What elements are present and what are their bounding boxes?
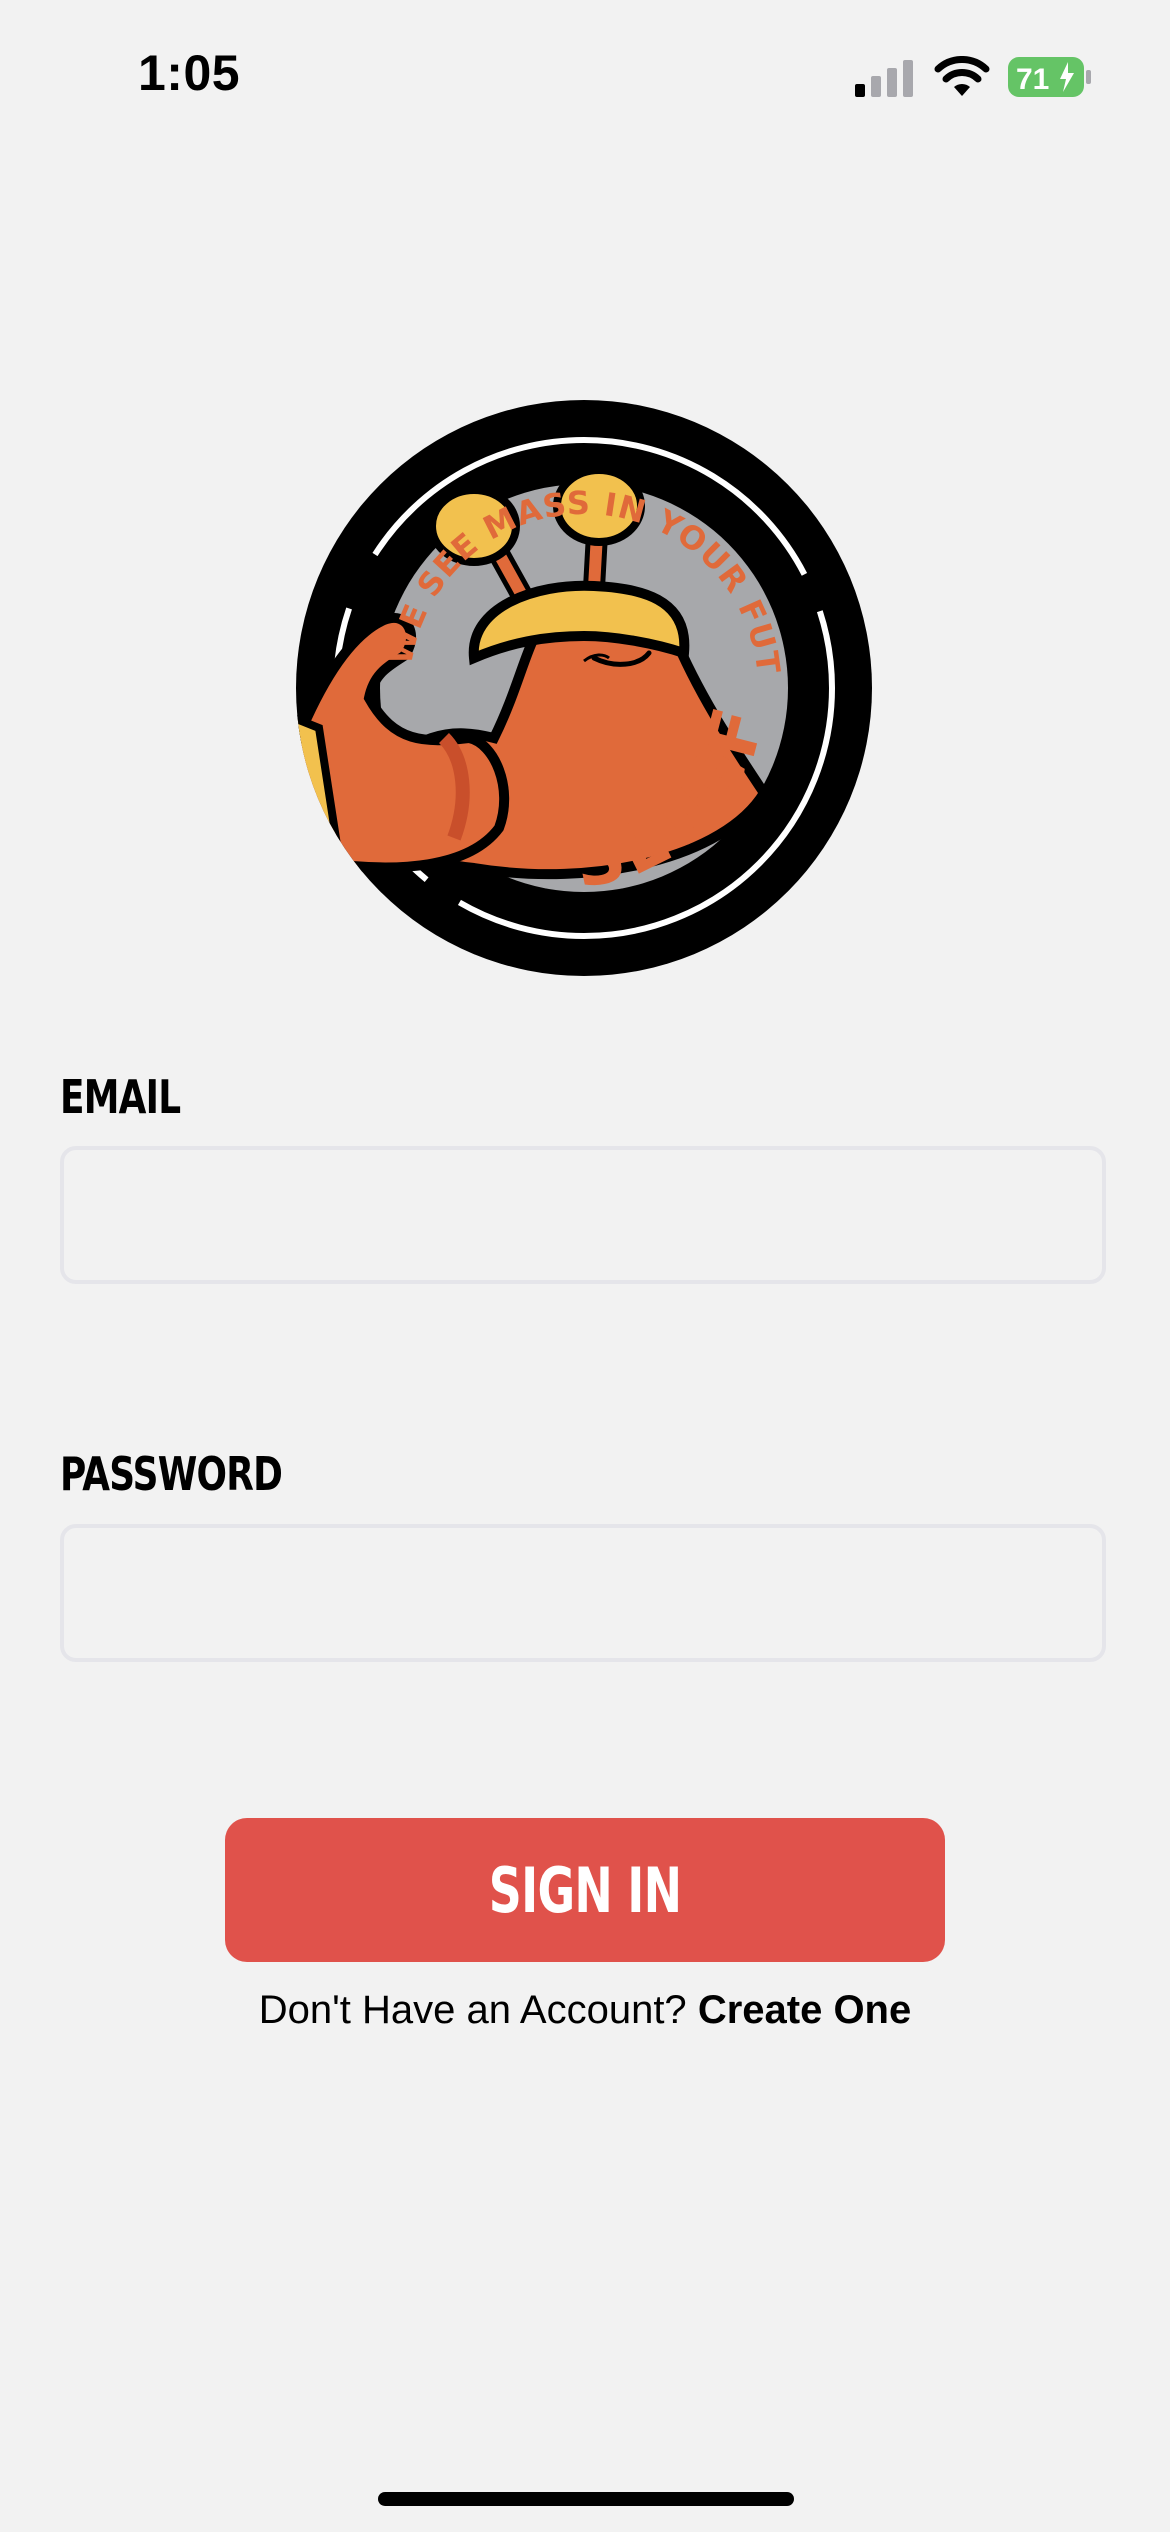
signal-icon xyxy=(855,60,913,97)
battery-level: 71 xyxy=(1016,63,1049,96)
wifi-icon xyxy=(934,56,990,96)
create-account-prompt: Don't Have an Account? Create One xyxy=(0,1988,1170,2033)
sign-in-label: SIGN IN xyxy=(488,1853,682,1927)
email-field[interactable] xyxy=(60,1146,1106,1284)
sign-in-button[interactable]: SIGN IN xyxy=(225,1818,945,1962)
create-account-link[interactable]: Create One xyxy=(698,1988,911,2032)
battery-charging-icon: 71 xyxy=(1008,57,1091,97)
password-field[interactable] xyxy=(60,1524,1106,1662)
slugfit-logo: WE SEE MASS IN YOUR FUTURE SLUGFIT xyxy=(294,398,872,976)
password-label: PASSWORD xyxy=(60,1447,283,1501)
no-account-text: Don't Have an Account? xyxy=(258,1988,687,2032)
home-indicator[interactable] xyxy=(378,2492,794,2506)
status-time: 1:05 xyxy=(138,45,241,101)
email-label: EMAIL xyxy=(60,1070,181,1124)
status-bar: 1:05 71 xyxy=(0,0,1170,150)
